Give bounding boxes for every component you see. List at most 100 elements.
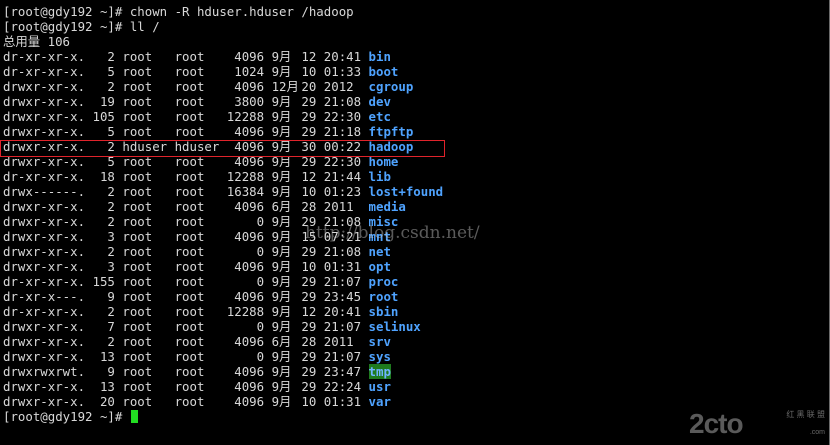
file-size: 4096 (234, 394, 265, 409)
site-logo: 2cto 红 黑 联 盟 .com (689, 407, 825, 441)
day: 29 (301, 244, 317, 259)
owner: root (122, 274, 153, 289)
watermark-url: http://blog.csdn.net/ (305, 223, 480, 243)
time: 20:41 (323, 49, 362, 64)
month: 9月 (271, 109, 292, 124)
listing-row: drwxr-xr-x. 3 root root 4096 9月 10 01:31… (3, 259, 391, 274)
entry-name[interactable]: var (369, 394, 391, 409)
time: 22:24 (323, 379, 362, 394)
link-count: 2 (107, 79, 115, 94)
owner: root (122, 289, 153, 304)
day: 29 (301, 349, 317, 364)
group: root (174, 334, 205, 349)
owner: root (122, 349, 153, 364)
time: 01:31 (323, 259, 362, 274)
entry-name[interactable]: srv (369, 334, 391, 349)
group: root (174, 244, 205, 259)
link-count: 20 (99, 394, 115, 409)
entry-name[interactable]: usr (369, 379, 391, 394)
listing-row: dr-xr-xr-x. 5 root root 1024 9月 10 01:33… (3, 64, 398, 79)
file-size: 12288 (226, 109, 265, 124)
link-count: 9 (107, 289, 115, 304)
terminal-window[interactable]: [root@gdy192 ~]# chown -R hduser.hduser … (0, 0, 830, 445)
group: root (174, 394, 205, 409)
logo-domain: .com (809, 429, 825, 436)
month: 9月 (271, 184, 292, 199)
owner: root (122, 259, 153, 274)
link-count: 2 (107, 199, 115, 214)
month: 9月 (271, 229, 292, 244)
month: 9月 (271, 304, 292, 319)
entry-name[interactable]: bin (369, 49, 391, 64)
prompt-line[interactable]: [root@gdy192 ~]# (3, 409, 138, 424)
month: 9月 (271, 379, 292, 394)
total-line: 总用量 106 (3, 34, 71, 49)
day: 20 (301, 79, 317, 94)
group: root (174, 379, 205, 394)
entry-name[interactable]: media (369, 199, 406, 214)
time: 01:31 (323, 394, 362, 409)
day: 28 (301, 334, 317, 349)
file-size: 4096 (234, 259, 265, 274)
link-count: 155 (92, 274, 115, 289)
link-count: 13 (99, 379, 115, 394)
prompt-text: [root@gdy192 ~]# (3, 409, 130, 424)
time: 2011 (323, 199, 354, 214)
group: root (174, 184, 205, 199)
permissions: dr-xr-xr-x. (3, 274, 86, 289)
link-count: 2 (107, 49, 115, 64)
month: 9月 (271, 319, 292, 334)
entry-name[interactable]: cgroup (369, 79, 414, 94)
entry-name[interactable]: lib (369, 169, 391, 184)
entry-name[interactable]: opt (369, 259, 391, 274)
entry-name[interactable]: proc (369, 274, 399, 289)
month: 9月 (271, 169, 292, 184)
permissions: drwxrwxrwt. (3, 364, 86, 379)
listing-row: drwxr-xr-x. 13 root root 4096 9月 29 22:2… (3, 379, 391, 394)
file-size: 4096 (234, 379, 265, 394)
permissions: dr-xr-xr-x. (3, 304, 86, 319)
link-count: 2 (107, 214, 115, 229)
permissions: drwxr-xr-x. (3, 94, 86, 109)
permissions: dr-xr-xr-x. (3, 49, 86, 64)
group: root (174, 109, 205, 124)
entry-name[interactable]: sbin (369, 304, 399, 319)
owner: root (122, 214, 153, 229)
entry-name[interactable]: ftpftp (369, 124, 414, 139)
permissions: drwxr-xr-x. (3, 259, 86, 274)
time: 22:30 (323, 109, 362, 124)
file-size: 4096 (234, 364, 265, 379)
link-count: 19 (99, 94, 115, 109)
permissions: dr-xr-x---. (3, 289, 86, 304)
entry-name[interactable]: net (369, 244, 391, 259)
day: 10 (301, 64, 317, 79)
entry-name[interactable]: sys (369, 349, 391, 364)
owner: root (122, 64, 153, 79)
entry-name[interactable]: etc (369, 109, 391, 124)
month: 6月 (271, 199, 292, 214)
month: 9月 (271, 244, 292, 259)
time: 21:07 (323, 349, 362, 364)
day: 29 (301, 124, 317, 139)
day: 12 (301, 304, 317, 319)
day: 29 (301, 274, 317, 289)
entry-name[interactable]: boot (369, 64, 399, 79)
entry-name[interactable]: root (369, 289, 399, 304)
listing-row: dr-xr-xr-x. 2 root root 4096 9月 12 20:41… (3, 49, 391, 64)
owner: root (122, 124, 153, 139)
listing-row: drwxr-xr-x. 19 root root 3800 9月 29 21:0… (3, 94, 391, 109)
day: 12 (301, 49, 317, 64)
group: root (174, 199, 205, 214)
link-count: 13 (99, 349, 115, 364)
group: root (174, 169, 205, 184)
listing-row: drwxr-xr-x. 13 root root 0 9月 29 21:07 s… (3, 349, 391, 364)
link-count: 5 (107, 124, 115, 139)
file-size: 0 (256, 214, 265, 229)
entry-name[interactable]: tmp (368, 364, 391, 379)
listing-row: drwx------. 2 root root 16384 9月 10 01:2… (3, 184, 443, 199)
entry-name[interactable]: lost+found (369, 184, 444, 199)
file-size: 4096 (234, 229, 265, 244)
group: root (174, 49, 205, 64)
entry-name[interactable]: selinux (369, 319, 421, 334)
entry-name[interactable]: dev (369, 94, 391, 109)
